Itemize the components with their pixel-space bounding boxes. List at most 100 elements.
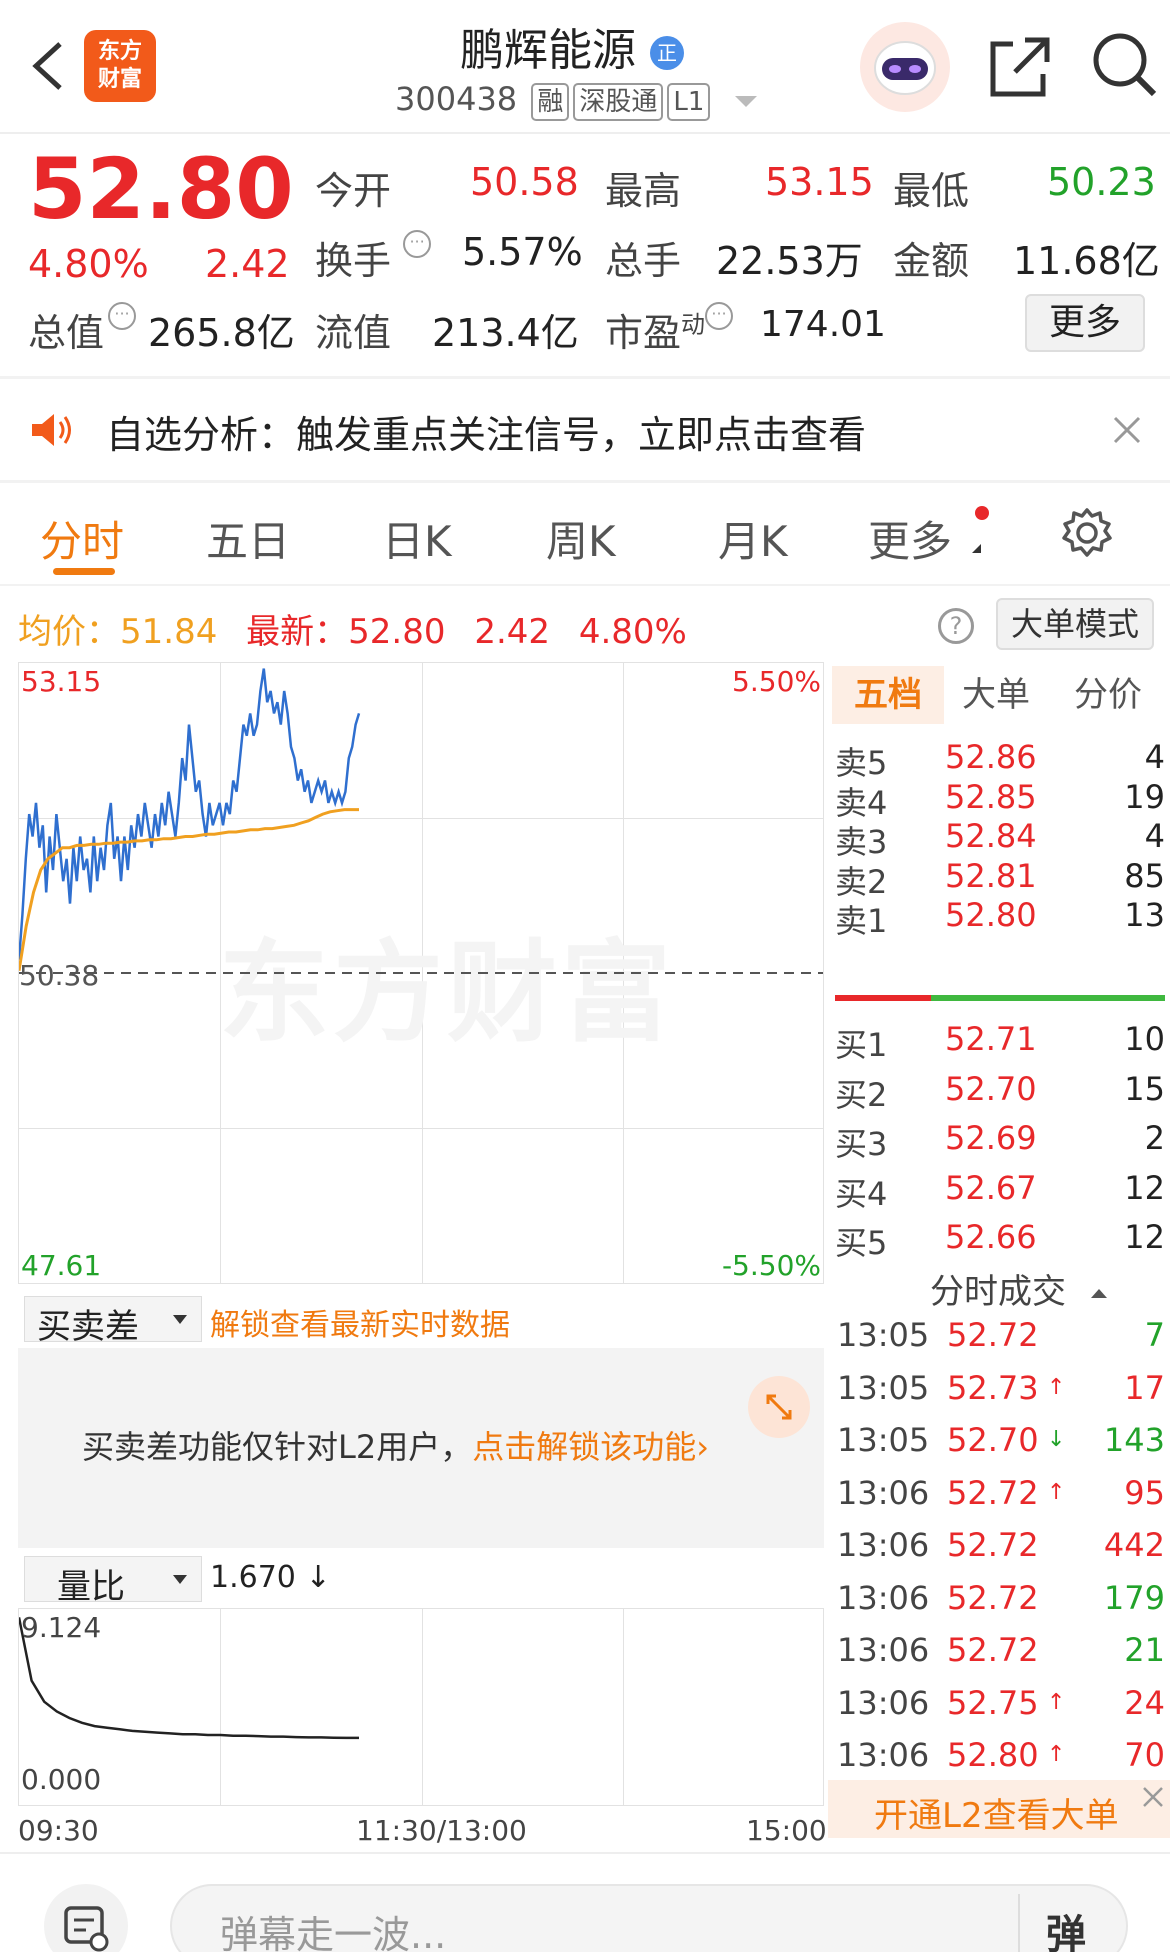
dropdown-icon[interactable]	[734, 95, 757, 107]
stock-code-row: 300438 融深股通 L1	[395, 80, 757, 121]
settings-gear-icon[interactable]	[1060, 506, 1114, 560]
trades-header[interactable]: 分时成交	[930, 1264, 1107, 1313]
share-icon	[990, 37, 1050, 97]
logo-text-2: 财富	[97, 67, 142, 92]
trade-price: 52.72	[947, 1316, 1039, 1354]
trade-row: 13:06 52.72 179	[835, 1579, 1165, 1631]
ask-volume: 13	[1124, 896, 1165, 934]
trade-price: 52.70	[947, 1421, 1039, 1459]
info-icon[interactable]: ···	[108, 302, 137, 330]
orderbook-tabs: 五档 大单 分价	[828, 662, 1170, 728]
trade-time: 13:06	[837, 1683, 930, 1722]
latest-label: 最新：	[246, 612, 349, 652]
notes-icon	[64, 1906, 109, 1952]
speaker-icon	[32, 414, 71, 446]
price-chart[interactable]: 东方财富 53.15 50.38 47.61 5.50% -5.50%	[18, 662, 824, 1284]
latest-value: 52.80	[348, 612, 446, 652]
vr-y-max: 9.124	[21, 1611, 102, 1644]
change-amount: 2.42	[205, 242, 290, 286]
up-arrow-icon: ↑	[1047, 1479, 1066, 1505]
back-arrow-icon	[32, 42, 62, 90]
x-label-close: 15:00	[746, 1814, 827, 1847]
pe-label: 市盈动 ···	[605, 302, 734, 357]
l2-banner-text: 开通L2查看大单	[874, 1796, 1119, 1836]
unlock-link[interactable]: 解锁查看最新实时数据	[210, 1300, 510, 1344]
ask-price: 52.84	[945, 817, 1037, 855]
trade-volume: 179	[1103, 1578, 1165, 1617]
tab-weekly-k[interactable]: 周K	[546, 508, 616, 569]
info-icon[interactable]: ···	[705, 302, 734, 330]
turnover-value: 5.57%	[462, 230, 583, 274]
trade-row: 13:05 52.72 7	[835, 1316, 1165, 1368]
volume-ratio-select[interactable]: 量比	[24, 1556, 202, 1607]
volume-ratio-value: 1.670 ↓	[210, 1560, 331, 1595]
danmu-button-text: 弹	[1046, 1912, 1086, 1952]
tab-daily-k[interactable]: 日K	[382, 508, 452, 569]
l2-banner[interactable]: 开通L2查看大单	[828, 1780, 1170, 1838]
bid-label: 买5	[835, 1224, 888, 1262]
down-arrow-icon: ↓	[1047, 1427, 1066, 1452]
ask-price: 52.81	[945, 856, 1037, 895]
ask-volume: 85	[1124, 856, 1165, 895]
notes-button[interactable]	[44, 1884, 128, 1952]
close-icon[interactable]	[1142, 1786, 1164, 1808]
low-value: 50.23	[1047, 160, 1156, 204]
bid-price: 52.71	[945, 1020, 1037, 1058]
tab-more[interactable]: 更多	[868, 508, 952, 569]
trade-volume: 21	[1124, 1631, 1165, 1669]
trade-price: 52.75	[947, 1683, 1039, 1722]
danmu-toggle-button[interactable]: 弹	[1018, 1894, 1114, 1952]
bid-label: 买2	[835, 1075, 888, 1114]
open-label: 今开	[315, 169, 392, 213]
notice-bar[interactable]: 自选分析：触发重点关注信号，立即点击查看	[0, 380, 1170, 480]
x-label-noon: 11:30/13:00	[356, 1814, 527, 1847]
tab-intraday[interactable]: 分时	[40, 508, 124, 569]
pe-label-text: 市盈	[605, 311, 682, 355]
search-icon	[1093, 33, 1157, 97]
trade-volume: 95	[1124, 1473, 1165, 1512]
trade-time: 13:06	[837, 1578, 930, 1617]
tag-margin: 融	[531, 83, 570, 121]
ask-price: 52.85	[945, 777, 1037, 816]
trade-price: 52.73	[947, 1368, 1039, 1407]
tab-large-order[interactable]: 大单	[962, 666, 1030, 724]
amount-value: 11.68亿	[1013, 239, 1160, 283]
app-logo: 东方 财富	[84, 30, 156, 102]
volume-ratio-select-text: 量比	[57, 1567, 125, 1607]
info-icon[interactable]: ···	[403, 230, 432, 258]
tab-price-dist[interactable]: 分价	[1074, 666, 1142, 724]
search-button[interactable]	[1090, 30, 1160, 100]
trade-price: 52.72	[947, 1473, 1039, 1512]
ask-price: 52.80	[945, 896, 1037, 934]
close-icon[interactable]	[1113, 416, 1141, 444]
caret-down-icon	[173, 1315, 187, 1324]
danmu-placeholder: 弹幕走一波...	[220, 1913, 447, 1952]
expand-button[interactable]	[748, 1376, 810, 1438]
tab-monthly-k[interactable]: 月K	[718, 508, 788, 569]
tab-five-level[interactable]: 五档	[832, 666, 944, 724]
spread-select[interactable]: 买卖差	[24, 1296, 202, 1347]
trade-volume: 442	[1103, 1526, 1165, 1564]
volume-ratio-chart[interactable]: 9.124 0.000	[18, 1608, 824, 1806]
bid-volume: 15	[1124, 1069, 1165, 1108]
tab-five-day[interactable]: 五日	[206, 508, 290, 569]
robot-avatar[interactable]	[860, 22, 950, 112]
up-arrow-icon: ↑	[1047, 1742, 1066, 1767]
stock-name-text: 鹏辉能源	[460, 25, 636, 76]
volume-label: 总手	[605, 239, 682, 283]
high-label: 最高	[605, 169, 682, 213]
new-dot	[975, 506, 989, 520]
avg-value: 51.84	[120, 612, 218, 652]
help-icon[interactable]: ?	[938, 608, 974, 644]
share-button[interactable]	[985, 32, 1055, 102]
danmu-input[interactable]: 弹幕走一波... 弹	[170, 1884, 1128, 1952]
open-value: 50.58	[470, 160, 579, 204]
bid-label: 买4	[835, 1174, 888, 1213]
spread-unlock-link[interactable]: 点击解锁该功能›	[472, 1428, 709, 1466]
ask-volume: 4	[1144, 738, 1165, 776]
chart-info-row: 均价：51.84 最新：52.80 2.42 4.80%	[18, 604, 687, 653]
latest-pct: 4.80%	[578, 612, 687, 652]
back-button[interactable]	[22, 36, 72, 96]
more-quote-button[interactable]: 更多	[1025, 294, 1145, 352]
large-order-mode-button[interactable]: 大单模式	[996, 598, 1154, 650]
